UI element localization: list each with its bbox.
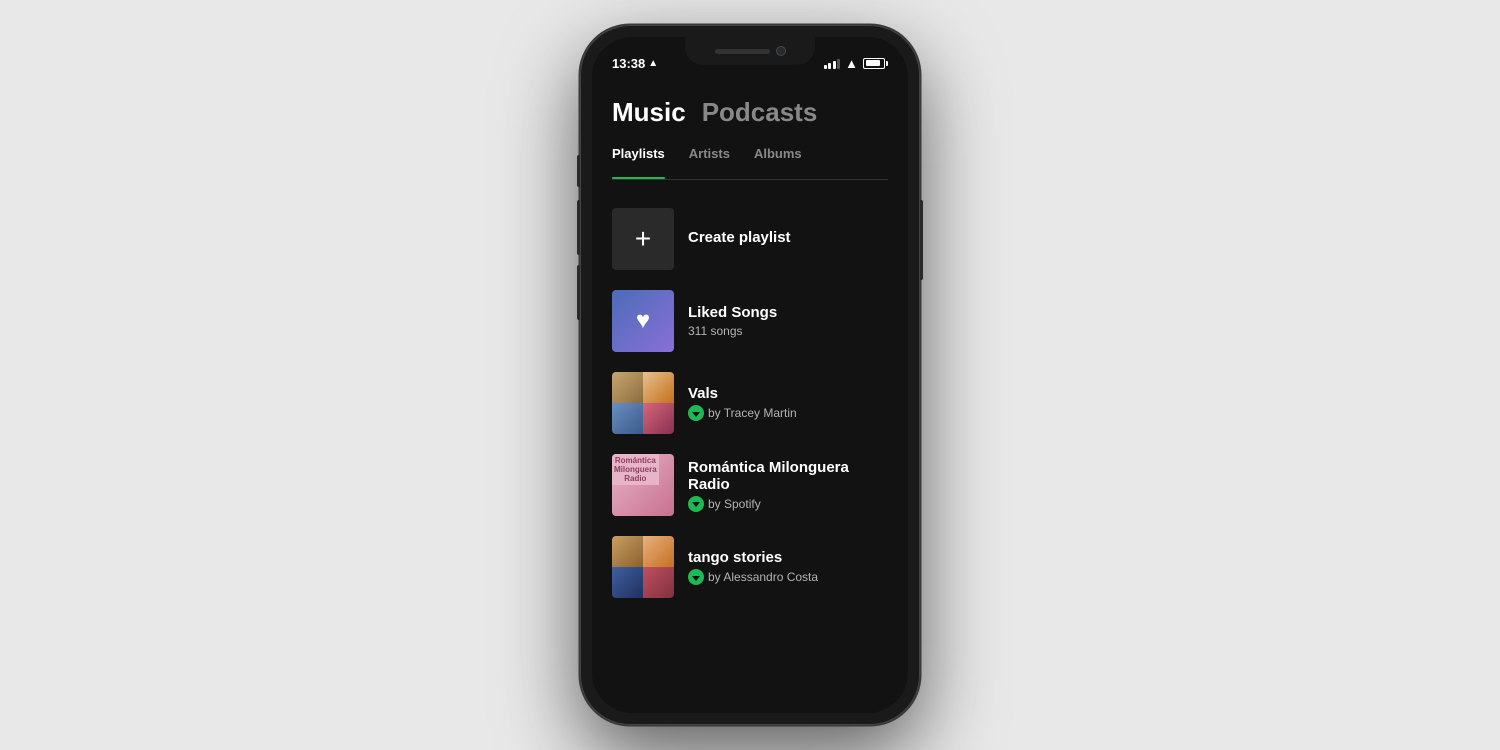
phone-screen: 13:38 ▲ ▲ — [592, 37, 908, 713]
volume-up-button — [577, 200, 580, 255]
download-icon — [688, 496, 704, 512]
status-time: 13:38 ▲ — [612, 56, 658, 71]
vals-thumb — [612, 372, 674, 434]
romantica-cell-1: Romántica Milonguera Radio — [612, 454, 659, 485]
download-icon — [688, 569, 704, 585]
playlist-info: Romántica Milonguera Radio by Spotify — [688, 459, 888, 512]
tab-podcasts[interactable]: Podcasts — [702, 97, 818, 128]
tab-playlists[interactable]: Playlists — [612, 146, 665, 169]
signal-bar-3 — [833, 61, 836, 69]
power-button — [920, 200, 923, 280]
mosaic-cell-2 — [643, 372, 674, 403]
phone-frame: 13:38 ▲ ▲ — [580, 25, 920, 725]
tango-cell-4 — [643, 567, 674, 598]
playlist-info: Create playlist — [688, 229, 888, 249]
signal-bar-4 — [837, 59, 840, 69]
list-item[interactable]: Vals by Tracey Martin — [612, 362, 888, 444]
wifi-icon: ▲ — [845, 56, 858, 71]
tab-music[interactable]: Music — [612, 97, 686, 128]
playlist-sub-text: by Tracey Martin — [708, 406, 797, 420]
playlist-list: + Create playlist ♥ Liked Songs 311 song… — [612, 198, 888, 608]
tango-cell-3 — [612, 567, 643, 598]
playlist-name: Romántica Milonguera Radio — [688, 459, 888, 493]
playlist-sub-text: by Alessandro Costa — [708, 570, 818, 584]
status-icons: ▲ — [824, 56, 888, 71]
playlist-info: Vals by Tracey Martin — [688, 385, 888, 421]
list-item[interactable]: tango stories by Alessandro Costa — [612, 526, 888, 608]
list-item[interactable]: + Create playlist — [612, 198, 888, 280]
battery-body — [863, 58, 885, 69]
playlist-info: Liked Songs 311 songs — [688, 304, 888, 338]
battery-icon — [863, 58, 888, 69]
plus-icon: + — [635, 225, 651, 253]
mosaic-cell-3 — [612, 403, 643, 434]
time-text: 13:38 — [612, 56, 645, 71]
mosaic-cell-1 — [612, 372, 643, 403]
volume-down-button — [577, 265, 580, 320]
playlist-name: Create playlist — [688, 229, 888, 246]
signal-bar-1 — [824, 65, 827, 69]
romantica-thumb: Romántica Milonguera Radio — [612, 454, 674, 516]
list-item[interactable]: ♥ Liked Songs 311 songs — [612, 280, 888, 362]
header-tabs: Music Podcasts — [612, 97, 888, 128]
tango-thumb — [612, 536, 674, 598]
download-icon — [688, 405, 704, 421]
tab-albums[interactable]: Albums — [754, 146, 802, 169]
tango-cell-2 — [643, 536, 674, 567]
notch — [685, 37, 815, 65]
heart-icon: ♥ — [636, 307, 650, 335]
playlist-subtitle: 311 songs — [688, 324, 888, 338]
playlist-name: tango stories — [688, 549, 888, 566]
playlist-sub-text: by Spotify — [708, 497, 761, 511]
create-playlist-thumb: + — [612, 208, 674, 270]
playlist-subtitle: by Spotify — [688, 496, 888, 512]
signal-bar-2 — [828, 63, 831, 69]
list-item[interactable]: Romántica Milonguera Radio Romántica Mil… — [612, 444, 888, 526]
playlist-info: tango stories by Alessandro Costa — [688, 549, 888, 585]
speaker — [715, 49, 770, 54]
front-camera — [776, 46, 786, 56]
playlist-subtitle: by Tracey Martin — [688, 405, 888, 421]
signal-icon — [824, 58, 841, 69]
main-content: Music Podcasts Playlists Artists Albums … — [592, 81, 908, 713]
mute-button — [577, 155, 580, 187]
playlist-name: Vals — [688, 385, 888, 402]
playlist-subtitle: by Alessandro Costa — [688, 569, 888, 585]
mosaic-cell-4 — [643, 403, 674, 434]
tab-artists[interactable]: Artists — [689, 146, 730, 169]
tango-cell-1 — [612, 536, 643, 567]
battery-fill — [866, 60, 880, 66]
liked-songs-thumb: ♥ — [612, 290, 674, 352]
playlist-name: Liked Songs — [688, 304, 888, 321]
sub-tabs: Playlists Artists Albums — [612, 146, 888, 180]
location-arrow-icon: ▲ — [648, 58, 658, 69]
battery-tip — [886, 61, 888, 66]
